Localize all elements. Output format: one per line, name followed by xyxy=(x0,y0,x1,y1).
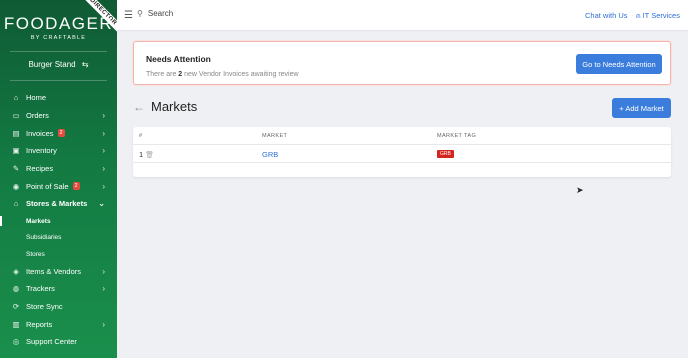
back-arrow-icon[interactable]: ← xyxy=(133,100,145,114)
sidebar-nav: ⌂ Home ▭ Orders › ▤ Invoices 2 › ▣ Inven… xyxy=(0,89,117,351)
logo-subtext: BY CRAFTABLE xyxy=(30,35,87,41)
home-icon: ⌂ xyxy=(13,93,19,103)
sidebar-item-label: Invoices xyxy=(26,128,54,138)
sidebar-item-point-of-sale[interactable]: ◉ Point of Sale 2 › xyxy=(0,177,117,195)
chevron-down-icon: ⌄ xyxy=(98,199,105,209)
logo-text: FOODAGER xyxy=(3,14,114,33)
sidebar-subitem-label: Subsidiaries xyxy=(26,234,62,242)
recipe-icon: ✎ xyxy=(12,164,20,174)
sidebar-subitem-label: Markets xyxy=(26,217,51,225)
tag-icon: ◈ xyxy=(13,266,19,276)
market-tag-badge: GRB xyxy=(437,150,454,158)
sidebar-subitem-stores[interactable]: Stores xyxy=(0,246,117,263)
swap-icon: ⇆ xyxy=(81,60,89,69)
sidebar-item-reports[interactable]: ▥ Reports › xyxy=(0,315,117,333)
column-header-market[interactable]: MARKET xyxy=(262,133,287,139)
store-name: Burger Stand xyxy=(28,60,76,69)
user-icon: ⍝ xyxy=(636,11,641,20)
column-header-number[interactable]: # xyxy=(139,133,142,139)
markets-table: # MARKET MARKET TAG 1 🗑 GRB GRB xyxy=(133,127,671,177)
it-services-label: IT Services xyxy=(642,11,680,20)
chevron-right-icon: › xyxy=(102,128,105,138)
alert-text-before: There are xyxy=(146,71,179,78)
sidebar-item-label: Items & Vendors xyxy=(26,266,82,276)
row-number: 1 🗑 xyxy=(139,150,154,159)
sidebar-item-label: Orders xyxy=(26,111,49,121)
mouse-cursor-icon: ➤ xyxy=(576,185,584,195)
sidebar-item-recipes[interactable]: ✎ Recipes › xyxy=(0,160,117,178)
it-services-link[interactable]: ⍝ IT Services xyxy=(636,11,680,21)
sync-icon: ⟳ xyxy=(12,302,20,312)
sidebar-subitem-subsidiaries[interactable]: Subsidiaries xyxy=(0,229,117,246)
chevron-right-icon: › xyxy=(102,266,105,276)
alert-text-after: new Vendor Invoices awaiting review xyxy=(182,71,299,78)
sidebar-item-items-vendors[interactable]: ◈ Items & Vendors › xyxy=(0,262,117,280)
needs-attention-alert: Needs Attention There are 2 new Vendor I… xyxy=(133,41,671,85)
search-icon: ⚲ xyxy=(137,9,143,18)
inventory-icon: ▣ xyxy=(12,146,20,156)
search-placeholder: Search xyxy=(147,9,174,18)
chevron-right-icon: › xyxy=(102,284,105,294)
support-icon: ◎ xyxy=(12,337,20,347)
row-number-value: 1 xyxy=(139,150,144,159)
market-link[interactable]: GRB xyxy=(262,150,278,159)
sidebar-item-inventory[interactable]: ▣ Inventory › xyxy=(0,142,117,160)
sidebar-item-label: Reports xyxy=(26,319,53,329)
column-header-market-tag[interactable]: MARKET TAG xyxy=(437,133,476,139)
chevron-right-icon: › xyxy=(102,181,105,191)
sidebar-item-label: Inventory xyxy=(26,146,57,156)
sidebar-item-label: Store Sync xyxy=(26,302,63,312)
pin-icon: ◍ xyxy=(12,284,20,294)
sidebar-item-label: Support Center xyxy=(26,337,77,347)
top-bar: ☰ ⚲ Search Chat with Us ⍝ IT Services xyxy=(117,0,688,31)
chevron-right-icon: › xyxy=(102,111,105,121)
invoices-badge: 2 xyxy=(57,129,65,138)
alert-message: There are 2 new Vendor Invoices awaiting… xyxy=(146,71,299,78)
sidebar-item-orders[interactable]: ▭ Orders › xyxy=(0,107,117,125)
add-market-button[interactable]: + Add Market xyxy=(612,98,671,118)
page-title: Markets xyxy=(151,99,198,114)
go-to-needs-attention-button[interactable]: Go to Needs Attention xyxy=(576,54,662,74)
sidebar-item-support-center[interactable]: ◎ Support Center xyxy=(0,333,117,351)
sidebar-divider xyxy=(10,51,107,52)
sidebar-divider xyxy=(10,80,107,81)
store-icon: ⌂ xyxy=(13,199,19,209)
sidebar-item-stores-markets[interactable]: ⌂ Stores & Markets ⌄ xyxy=(0,195,117,213)
chat-link[interactable]: Chat with Us xyxy=(585,11,628,20)
sidebar-subitem-markets[interactable]: Markets xyxy=(0,213,117,230)
chevron-right-icon: › xyxy=(102,319,105,329)
sidebar-item-label: Recipes xyxy=(26,164,54,174)
store-switcher[interactable]: Burger Stand ⇆ xyxy=(0,60,117,69)
menu-icon[interactable]: ☰ xyxy=(124,10,133,21)
trash-icon[interactable]: 🗑 xyxy=(145,151,154,159)
sidebar-item-home[interactable]: ⌂ Home xyxy=(0,89,117,107)
sidebar-item-label: Stores & Markets xyxy=(26,199,88,209)
chevron-right-icon: › xyxy=(102,146,105,156)
sidebar-item-label: Trackers xyxy=(26,284,55,294)
pos-icon: ◉ xyxy=(12,181,20,191)
invoice-icon: ▤ xyxy=(12,128,20,138)
sidebar-item-label: Home xyxy=(26,93,47,103)
pos-badge: 2 xyxy=(72,182,80,191)
sidebar: DIRECTOR FOODAGER BY CRAFTABLE Burger St… xyxy=(0,0,117,358)
table-header: # MARKET MARKET TAG xyxy=(133,127,671,145)
search-input[interactable]: ⚲ Search xyxy=(137,9,173,18)
sidebar-subitem-label: Stores xyxy=(26,250,45,258)
sidebar-item-invoices[interactable]: ▤ Invoices 2 › xyxy=(0,124,117,142)
sidebar-item-store-sync[interactable]: ⟳ Store Sync xyxy=(0,298,117,316)
alert-title: Needs Attention xyxy=(146,54,211,64)
cart-icon: ▭ xyxy=(12,111,20,121)
sidebar-item-trackers[interactable]: ◍ Trackers › xyxy=(0,280,117,298)
chevron-right-icon: › xyxy=(102,164,105,174)
sidebar-item-label: Point of Sale xyxy=(26,181,69,191)
chart-icon: ▥ xyxy=(12,319,20,329)
logo[interactable]: FOODAGER BY CRAFTABLE xyxy=(0,14,117,41)
table-row: 1 🗑 GRB GRB xyxy=(133,145,671,163)
